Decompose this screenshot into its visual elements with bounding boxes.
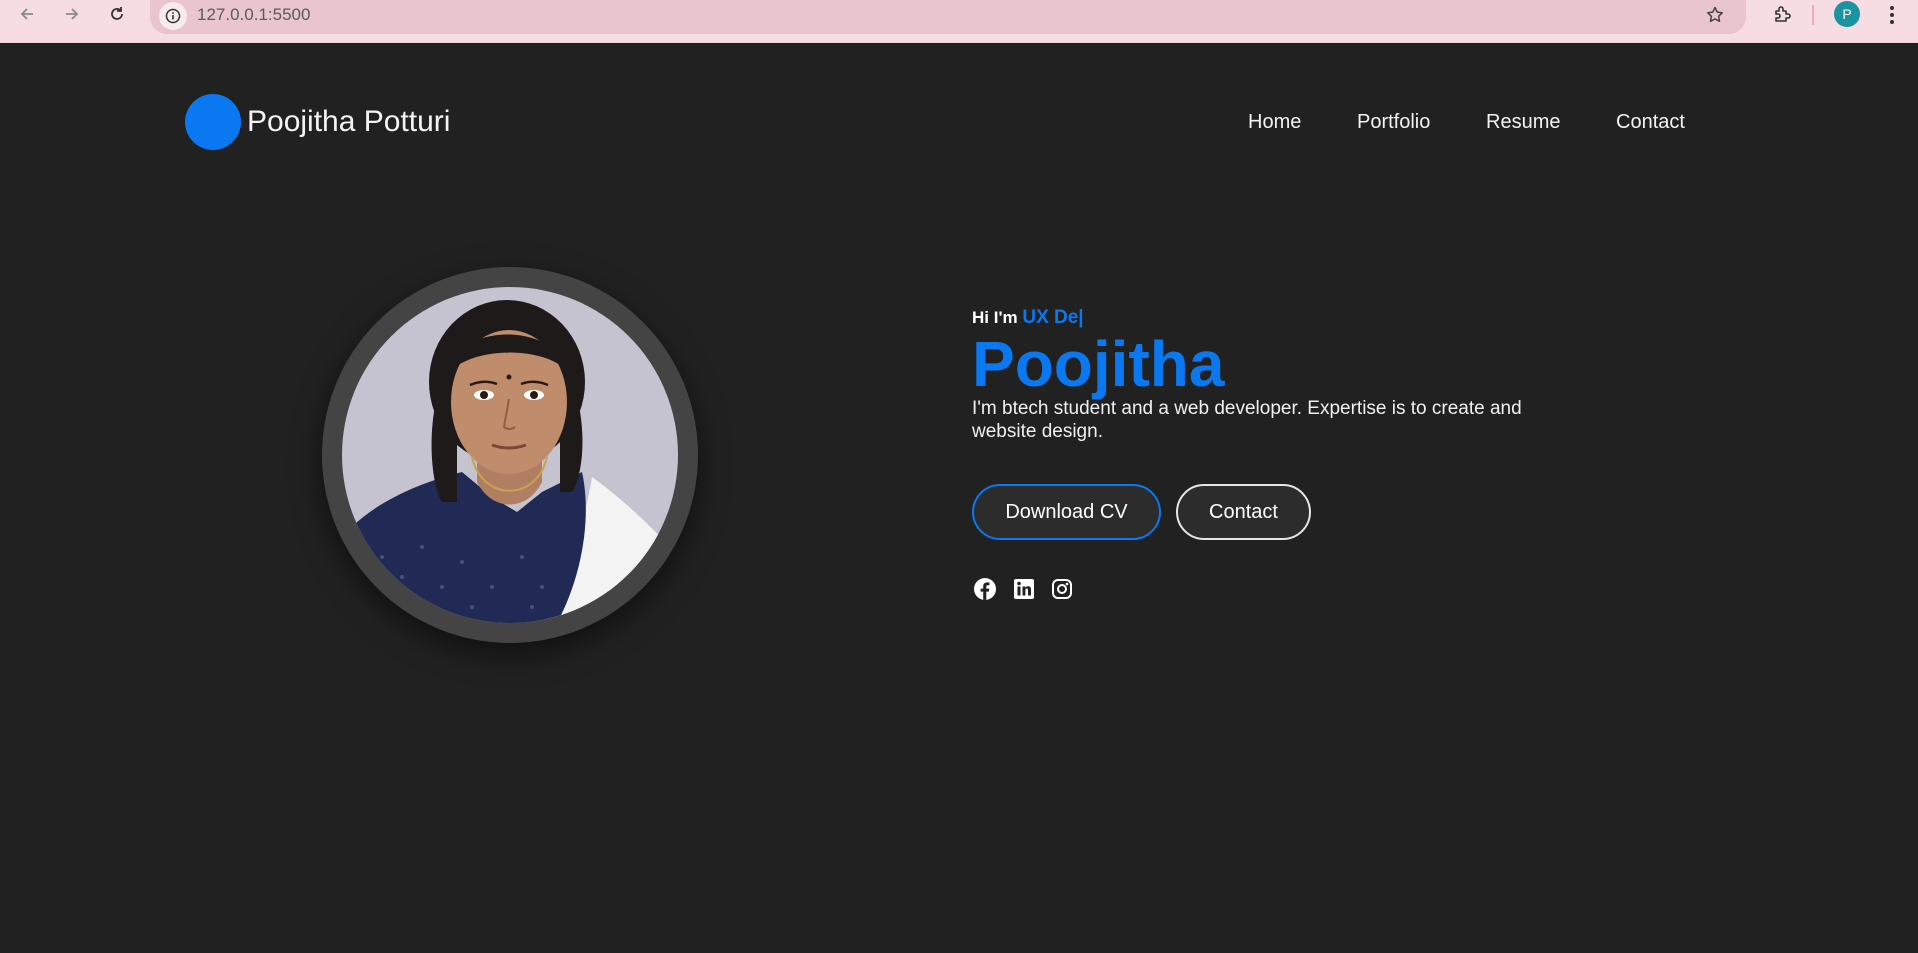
hero-description: I'm btech student and a web developer. E… [972,398,1522,442]
toolbar-divider [1812,5,1814,25]
address-bar[interactable]: 127.0.0.1:5500 [150,0,1746,34]
url-text[interactable]: 127.0.0.1:5500 [197,5,310,25]
info-icon[interactable] [159,2,187,30]
hero-buttons: Download CV Contact [972,484,1592,540]
nav-home[interactable]: Home [1248,110,1301,134]
browser-toolbar: 127.0.0.1:5500 P [0,0,1918,43]
social-links [972,576,1592,602]
contact-button[interactable]: Contact [1176,484,1311,540]
greeting: Hi I'm UX De| [972,306,1592,330]
instagram-icon[interactable] [1049,576,1075,602]
linkedin-icon[interactable] [1011,576,1037,602]
profile-photo-frame [322,267,698,643]
back-icon[interactable] [12,0,42,28]
profile-photo [342,287,678,623]
kebab-menu-icon[interactable] [1878,1,1906,29]
download-cv-button[interactable]: Download CV [972,484,1161,540]
greeting-prefix: Hi I'm [972,308,1018,327]
forward-icon[interactable] [57,0,87,28]
nav-portfolio[interactable]: Portfolio [1357,110,1430,134]
nav-contact[interactable]: Contact [1616,110,1685,134]
hero-content: Hi I'm UX De| Poojitha I'm btech student… [972,306,1592,602]
hero-name: Poojitha [972,328,1225,400]
star-icon[interactable] [1702,2,1728,28]
main-nav: Home Portfolio Resume Contact [0,110,1918,136]
nav-resume[interactable]: Resume [1486,110,1560,134]
typed-role: UX De| [1022,307,1084,328]
extensions-icon[interactable] [1768,1,1796,29]
profile-avatar[interactable]: P [1834,1,1860,27]
facebook-icon[interactable] [972,576,998,602]
reload-icon[interactable] [102,0,132,28]
